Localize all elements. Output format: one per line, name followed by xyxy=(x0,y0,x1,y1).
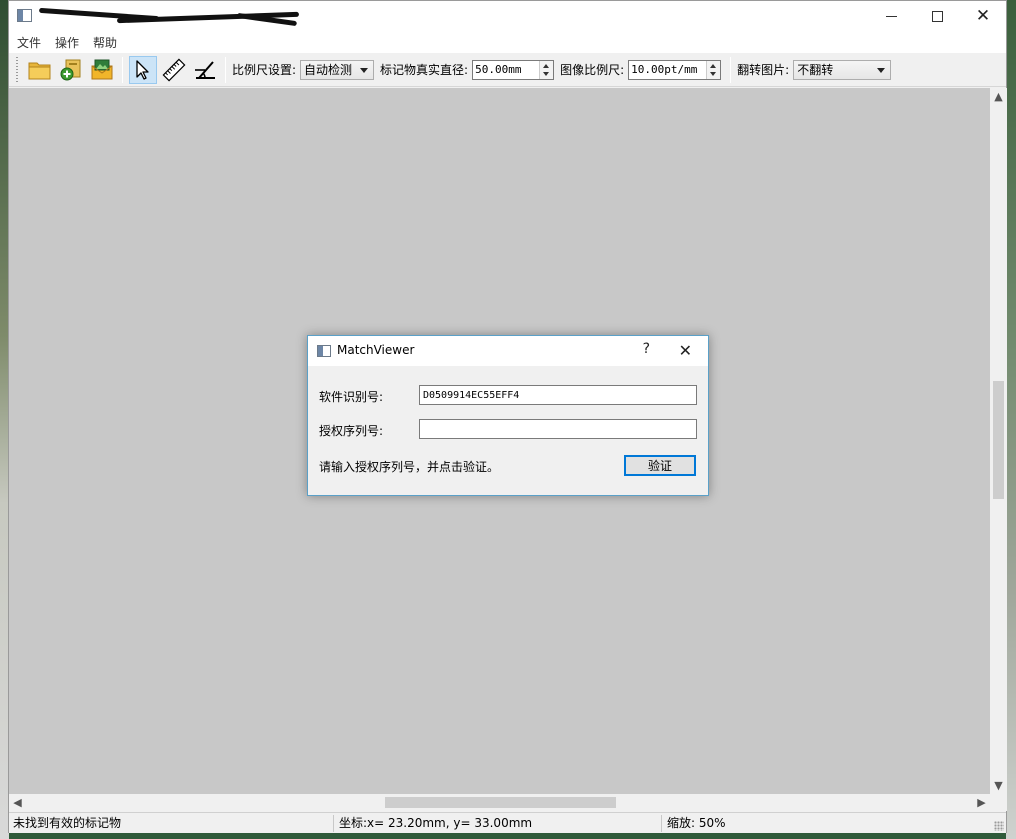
scroll-down-icon[interactable]: ▼ xyxy=(990,777,1007,794)
marker-diameter-label: 标记物真实直径: xyxy=(380,63,469,77)
status-divider xyxy=(661,815,662,832)
toolbar-grip[interactable] xyxy=(15,56,20,83)
maximize-button[interactable] xyxy=(914,1,960,31)
status-zoom: 缩放: 50% xyxy=(667,816,726,830)
size-grip[interactable] xyxy=(994,821,1004,831)
open-folder-icon xyxy=(28,62,51,79)
status-bar: 未找到有效的标记物 坐标:x= 23.20mm, y= 33.00mm 缩放: … xyxy=(9,812,1006,833)
scale-setting-value: 自动检测 xyxy=(304,63,353,77)
add-folder-icon xyxy=(60,59,81,80)
flip-dropdown[interactable]: 不翻转 xyxy=(793,59,892,80)
dialog-hint: 请输入授权序列号，并点击验证。 xyxy=(319,460,500,474)
software-id-label: 软件识别号: xyxy=(319,390,384,404)
minimize-button[interactable] xyxy=(868,1,914,31)
dialog-close-icon[interactable]: ✕ xyxy=(679,341,692,360)
serial-label: 授权序列号: xyxy=(319,424,384,438)
flip-value: 不翻转 xyxy=(797,63,834,77)
save-image-icon xyxy=(91,59,113,79)
app-icon xyxy=(17,9,32,22)
spin-buttons[interactable] xyxy=(706,60,721,79)
image-scale-label: 图像比例尺: xyxy=(560,63,625,77)
toolbar-separator xyxy=(225,56,226,83)
close-button[interactable]: ✕ xyxy=(960,1,1006,31)
add-folder-button[interactable] xyxy=(57,56,85,84)
spin-down-icon[interactable] xyxy=(710,71,717,76)
horizontal-scrollbar[interactable]: ◀ ▶ xyxy=(9,794,990,811)
ruler-icon xyxy=(162,58,186,81)
spin-down-icon[interactable] xyxy=(543,71,550,76)
chevron-down-icon xyxy=(360,67,369,73)
scale-setting-dropdown[interactable]: 自动检测 xyxy=(300,59,375,80)
menu-help[interactable]: 帮助 xyxy=(91,34,125,51)
spin-buttons[interactable] xyxy=(539,60,554,79)
image-scale-value: 10.00pt/mm xyxy=(631,63,698,76)
open-folder-button[interactable] xyxy=(26,56,54,84)
maximize-icon xyxy=(931,10,943,22)
toolbar-separator xyxy=(730,56,732,83)
close-icon: ✕ xyxy=(975,5,991,26)
desktop-right-edge xyxy=(1006,0,1016,839)
ruler-tool-button[interactable] xyxy=(160,56,188,84)
help-icon[interactable]: ? xyxy=(643,341,650,357)
vertical-scroll-thumb[interactable] xyxy=(993,381,1004,499)
pointer-tool-button[interactable] xyxy=(129,55,157,84)
toolbar-separator xyxy=(122,56,123,83)
menu-operate[interactable]: 操作 xyxy=(53,34,87,51)
toolbar: 比例尺设置: 自动检测 标记物真实直径: 50.00mm 图像比例尺: 10.0… xyxy=(9,53,1006,87)
chevron-down-icon xyxy=(877,67,886,73)
flip-label: 翻转图片: xyxy=(737,63,790,77)
horizontal-scroll-thumb[interactable] xyxy=(385,797,616,808)
status-coordinates: 坐标:x= 23.20mm, y= 33.00mm xyxy=(339,816,533,830)
dialog-title: MatchViewer xyxy=(337,343,415,357)
scale-setting-label: 比例尺设置: xyxy=(232,63,297,77)
scroll-left-icon[interactable]: ◀ xyxy=(9,794,26,811)
dialog-title-bar[interactable]: MatchViewer ? ✕ xyxy=(308,336,708,366)
scroll-corner xyxy=(990,794,1007,811)
status-divider xyxy=(333,815,334,832)
angle-icon xyxy=(195,60,215,79)
menu-file[interactable]: 文件 xyxy=(15,34,49,51)
serial-input[interactable] xyxy=(419,419,697,439)
spin-up-icon[interactable] xyxy=(710,63,717,68)
marker-diameter-spinbox[interactable]: 50.00mm xyxy=(472,59,555,80)
menu-bar: 文件 操作 帮助 xyxy=(9,31,1006,53)
software-id-field[interactable] xyxy=(419,385,697,405)
image-scale-spinbox[interactable]: 10.00pt/mm xyxy=(628,59,722,80)
verify-button[interactable]: 验证 xyxy=(624,455,696,476)
pointer-icon xyxy=(136,59,149,80)
license-dialog: MatchViewer ? ✕ 软件识别号: 授权序列号: 请输入授权序列号，并… xyxy=(307,335,709,496)
marker-diameter-value: 50.00mm xyxy=(475,63,522,76)
dialog-app-icon xyxy=(317,345,331,357)
scroll-up-icon[interactable]: ▲ xyxy=(990,88,1007,105)
vertical-scrollbar[interactable]: ▲ ▼ xyxy=(990,88,1007,794)
spin-up-icon[interactable] xyxy=(543,63,550,68)
title-bar[interactable]: ✕ xyxy=(9,1,1006,31)
minimize-icon xyxy=(885,15,897,17)
status-message: 未找到有效的标记物 xyxy=(13,816,122,830)
scroll-right-icon[interactable]: ▶ xyxy=(973,794,990,811)
window-title-redacted xyxy=(37,7,300,27)
angle-tool-button[interactable] xyxy=(191,56,219,84)
save-image-button[interactable] xyxy=(88,56,116,84)
